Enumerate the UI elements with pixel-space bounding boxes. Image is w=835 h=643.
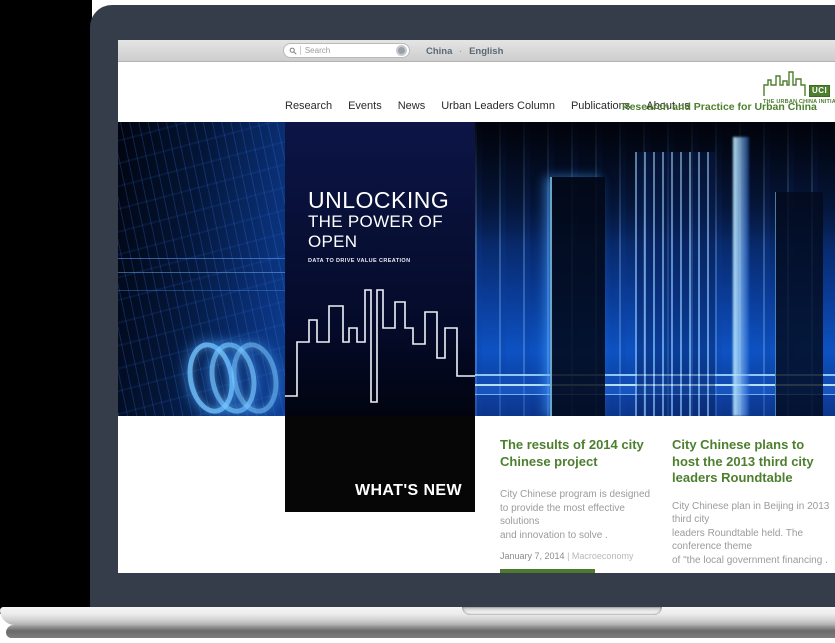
hero-title-line2: THE POWER OF OPEN [308,212,475,251]
article-date: January 7, 2014 [500,551,565,561]
search-icon [289,47,297,55]
nav-item-news[interactable]: News [398,100,426,112]
hero-text-panel: UNLOCKING THE POWER OF OPEN DATA TO DRIV… [285,122,475,416]
lang-english-link[interactable]: English [469,46,503,57]
article-text-line: to provide the most effective [500,502,662,516]
hero-copy: UNLOCKING THE POWER OF OPEN DATA TO DRIV… [308,188,475,264]
building-lights-decoration [635,152,715,416]
laptop-mockup: China · English Research Events News Urb… [0,0,835,643]
lang-china-link[interactable]: China [426,46,452,57]
skyline-outline-icon [285,284,475,416]
hero-center-panel: UNLOCKING THE POWER OF OPEN DATA TO DRIV… [285,122,475,512]
article-text-line: of "the local government financing . [672,554,835,568]
meta-divider: | [567,551,569,561]
news-article: City Chinese plans to host the 2013 thir… [672,437,835,573]
article-title[interactable]: City Chinese plans to host the 2013 thir… [672,437,835,487]
search-input[interactable] [305,46,396,55]
continue-reading-button[interactable]: Continue Reading [500,569,595,573]
search-submit-button[interactable] [396,45,407,56]
background-black-strip [0,0,92,614]
article-meta: January 7, 2014 | Macroeconomy [500,551,662,561]
building-silhouette-decoration [550,177,605,416]
article-excerpt: City Chinese plan in Beijing in 2013 thi… [672,500,835,568]
article-text-line: and innovation to solve . [500,529,662,543]
whats-new-label: WHAT'S NEW [355,482,462,500]
article-text-line: solutions [500,515,662,529]
logo-acronym: UCI [809,85,830,97]
hero-title-line1: UNLOCKING [308,188,475,212]
browser-screen: China · English Research Events News Urb… [118,40,835,573]
nav-item-events[interactable]: Events [348,100,382,112]
language-switcher: China · English [426,40,503,62]
search-box[interactable] [283,43,410,58]
browser-toolbar: China · English [118,40,835,62]
search-divider [300,46,301,55]
article-category[interactable]: Macroeconomy [572,551,634,561]
lang-divider: · [459,47,462,56]
hero-image-right [475,122,835,416]
laptop-base [0,607,835,625]
site-header: Research Events News Urban Leaders Colum… [118,62,835,122]
whats-new-panel: WHAT'S NEW [285,416,475,512]
article-text-line: City Chinese plan in Beijing in 2013 thi… [672,500,835,527]
laptop-lid-notch [462,607,662,615]
logo-skyline-icon [763,69,809,97]
laptop-base-shadow [6,625,835,638]
nav-item-research[interactable]: Research [285,100,332,112]
building-silhouette-decoration [775,192,823,416]
article-text-line: City Chinese program is designed [500,488,662,502]
uci-logo[interactable]: UCI THE URBAN CHINA INITIATIVE [763,69,833,105]
hero-banner [118,122,835,416]
news-section: The results of 2014 city Chinese project… [118,416,835,573]
article-title[interactable]: The results of 2014 city Chinese project [500,437,662,470]
hero-subtitle: DATA TO DRIVE VALUE CREATION [308,258,475,264]
article-text-line: leaders Roundtable held. The conference … [672,527,835,554]
logo-caption: THE URBAN CHINA INITIATIVE [763,99,833,105]
hero-image-left [118,122,285,416]
article-excerpt: City Chinese program is designed to prov… [500,488,662,542]
news-article: The results of 2014 city Chinese project… [500,437,662,573]
nav-item-urban-leaders-column[interactable]: Urban Leaders Column [441,100,555,112]
light-column-decoration [733,137,749,416]
light-lines-decoration [118,250,285,314]
